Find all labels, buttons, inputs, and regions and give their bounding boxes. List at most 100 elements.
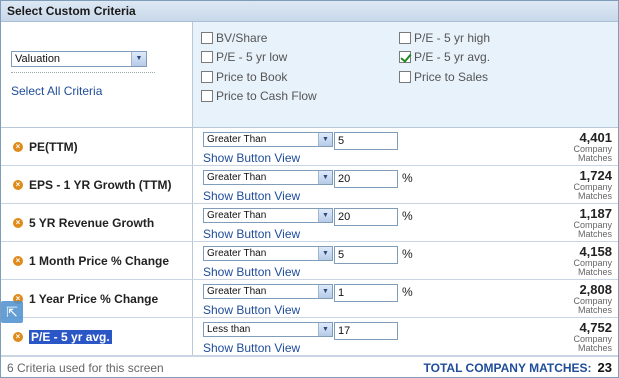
category-select-value: Valuation — [15, 53, 61, 65]
value-input[interactable]: 17 — [334, 322, 398, 340]
criteria-option-label: Price to Book — [216, 69, 288, 84]
criteria-option[interactable]: Price to Book — [201, 67, 399, 87]
value-input[interactable]: 5 — [334, 132, 398, 150]
criteria-option-label: P/E - 5 yr low — [216, 50, 288, 65]
criteria-controls: Greater Than ▼ 20% Show Button View — [193, 166, 538, 203]
criteria-option-label: Price to Cash Flow — [216, 89, 317, 104]
criteria-column: BV/Share P/E - 5 yr low Price to Book Price… — [201, 28, 399, 127]
match-count-value: 1,187 — [579, 206, 612, 221]
unit-label: % — [402, 209, 413, 223]
criteria-controls: Greater Than ▼ 5% Show Button View — [193, 242, 538, 279]
value-input[interactable]: 1 — [334, 284, 398, 302]
criteria-row-label: × 1 Month Price % Change — [1, 242, 193, 279]
total-matches-value: 23 — [597, 360, 612, 375]
chevron-down-icon: ▼ — [318, 171, 332, 184]
panel-title: Select Custom Criteria — [1, 1, 618, 22]
criteria-options: BV/Share P/E - 5 yr low Price to Book Price… — [193, 22, 618, 127]
value-input[interactable]: 5 — [334, 246, 398, 264]
category-select[interactable]: Valuation ▼ — [11, 51, 147, 67]
match-count-label: Matches — [577, 191, 612, 201]
criteria-option-label: Price to Sales — [414, 69, 489, 84]
criteria-row: × 5 YR Revenue Growth Greater Than ▼ 20% Show… — [1, 204, 618, 242]
chevron-down-icon: ▼ — [318, 133, 332, 146]
chevron-down-icon: ▼ — [318, 247, 332, 260]
match-count: 2,808 Company Matches — [538, 280, 618, 317]
expand-arrow-icon[interactable]: ⇱ — [1, 301, 23, 323]
unit-label: % — [402, 171, 413, 185]
criteria-picker: Valuation ▼ Select All Criteria BV/Share… — [1, 22, 618, 128]
total-matches: TOTAL COMPANY MATCHES: 23 — [424, 360, 612, 375]
remove-x-icon[interactable]: × — [13, 217, 23, 228]
match-count-label: Matches — [577, 343, 612, 353]
criteria-name: 5 YR Revenue Growth — [29, 215, 155, 230]
show-button-view-link[interactable]: Show Button View — [203, 303, 538, 317]
show-button-view-link[interactable]: Show Button View — [203, 341, 538, 355]
criteria-name: 1 Year Price % Change — [29, 291, 159, 306]
show-button-view-link[interactable]: Show Button View — [203, 151, 538, 165]
match-count-value: 4,158 — [579, 244, 612, 259]
remove-x-icon[interactable]: × — [13, 255, 23, 266]
criteria-controls: Greater Than ▼ 5 Show Button View — [193, 128, 538, 165]
operator-select-value: Greater Than — [207, 134, 267, 145]
operator-select-value: Greater Than — [207, 286, 267, 297]
select-all-criteria-link[interactable]: Select All Criteria — [11, 84, 182, 98]
match-count: 4,401 Company Matches — [538, 128, 618, 165]
criteria-row: × 1 Month Price % Change Greater Than ▼ 5% Sh… — [1, 242, 618, 280]
match-count: 1,187 Company Matches — [538, 204, 618, 241]
footer: 6 Criteria used for this screen TOTAL CO… — [1, 356, 618, 378]
operator-select-value: Less than — [207, 324, 251, 335]
criteria-option[interactable]: Price to Cash Flow — [201, 87, 399, 107]
criteria-option[interactable]: P/E - 5 yr low — [201, 48, 399, 68]
show-button-view-link[interactable]: Show Button View — [203, 265, 538, 279]
match-count: 4,752 Company Matches — [538, 318, 618, 355]
operator-select[interactable]: Greater Than ▼ — [203, 246, 333, 261]
operator-select[interactable]: Greater Than ▼ — [203, 170, 333, 185]
remove-x-icon[interactable]: × — [13, 179, 23, 190]
criteria-row-label: × P/E - 5 yr avg. — [1, 318, 193, 355]
chevron-down-icon: ▼ — [131, 52, 146, 66]
criteria-option[interactable]: BV/Share — [201, 28, 399, 48]
match-count-value: 1,724 — [579, 168, 612, 183]
value-input[interactable]: 20 — [334, 170, 398, 188]
operator-select-value: Greater Than — [207, 248, 267, 259]
match-count-value: 4,401 — [579, 130, 612, 145]
criteria-checkbox[interactable] — [201, 31, 213, 44]
criteria-option[interactable]: P/E - 5 yr high — [399, 28, 599, 48]
criteria-row: × 1 Year Price % Change Greater Than ▼ 1% Sho… — [1, 280, 618, 318]
remove-x-icon[interactable]: × — [13, 331, 23, 342]
category-area: Valuation ▼ Select All Criteria — [1, 22, 193, 127]
criteria-checkbox[interactable] — [201, 70, 213, 83]
criteria-checkbox[interactable] — [201, 51, 213, 64]
criteria-row: × EPS - 1 YR Growth (TTM) Greater Than ▼ 20%… — [1, 166, 618, 204]
operator-select[interactable]: Less than ▼ — [203, 322, 333, 337]
criteria-checkbox[interactable] — [399, 51, 411, 64]
operator-select[interactable]: Greater Than ▼ — [203, 284, 333, 299]
divider — [11, 72, 155, 73]
unit-label: % — [402, 285, 413, 299]
operator-select-value: Greater Than — [207, 210, 267, 221]
match-count: 1,724 Company Matches — [538, 166, 618, 203]
chevron-down-icon: ▼ — [318, 323, 332, 336]
criteria-checkbox[interactable] — [399, 31, 411, 44]
operator-select[interactable]: Greater Than ▼ — [203, 208, 333, 223]
remove-x-icon[interactable]: × — [13, 141, 23, 152]
match-count-value: 2,808 — [579, 282, 612, 297]
criteria-name: PE(TTM) — [29, 139, 78, 154]
custom-criteria-panel: Select Custom Criteria Valuation ▼ Selec… — [0, 0, 619, 378]
show-button-view-link[interactable]: Show Button View — [203, 227, 538, 241]
criteria-option[interactable]: P/E - 5 yr avg. — [399, 48, 599, 68]
criteria-rows: × PE(TTM) Greater Than ▼ 5 Show Button View 4,… — [1, 128, 618, 356]
criteria-option[interactable]: Price to Sales — [399, 67, 599, 87]
show-button-view-link[interactable]: Show Button View — [203, 189, 538, 203]
value-input[interactable]: 20 — [334, 208, 398, 226]
criteria-checkbox[interactable] — [201, 90, 213, 103]
criteria-name: P/E - 5 yr avg. — [29, 329, 112, 344]
criteria-controls: Greater Than ▼ 20% Show Button View — [193, 204, 538, 241]
criteria-row: × PE(TTM) Greater Than ▼ 5 Show Button View 4,… — [1, 128, 618, 166]
operator-select[interactable]: Greater Than ▼ — [203, 132, 333, 147]
unit-label: % — [402, 247, 413, 261]
criteria-option-label: BV/Share — [216, 30, 268, 45]
match-count-label: Matches — [577, 153, 612, 163]
criteria-checkbox[interactable] — [399, 70, 411, 83]
criteria-count-text: 6 Criteria used for this screen — [7, 360, 164, 375]
